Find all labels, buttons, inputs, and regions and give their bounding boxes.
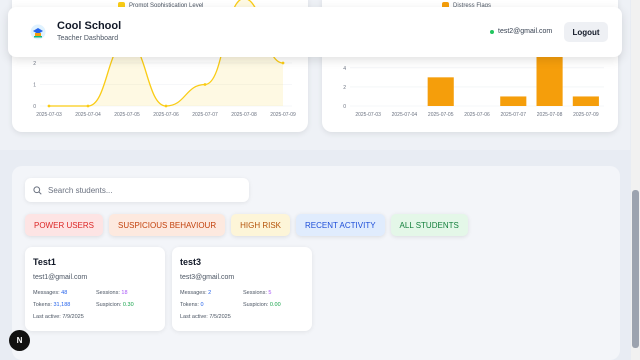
tokens-count: 31,188 [53,302,71,308]
filter-chips: POWER USERS SUSPICIOUS BEHAVIOUR HIGH RI… [25,214,468,236]
x-tick-label: 2025-07-04 [392,112,418,118]
x-tick-label: 2025-07-06 [153,112,179,118]
dashboard-subtitle: Teacher Dashboard [57,35,119,42]
online-status-icon [490,29,494,34]
stat-label: Last active: [33,314,61,320]
suspicion-score: 0.30 [122,302,134,308]
x-tick-label: 2025-07-05 [114,112,140,118]
y-tick-label: 1 [33,83,36,89]
y-tick-label: 2 [33,61,36,67]
last-active-date: 7/9/2025 [62,314,84,320]
last-active-date: 7/5/2025 [209,314,231,320]
stat-label: Last active: [180,314,208,320]
dev-tools-badge[interactable]: N [9,330,30,351]
bar [500,96,527,106]
data-point [86,104,90,108]
y-tick-label: 2 [343,85,346,91]
x-tick-label: 2025-07-08 [537,112,563,118]
x-tick-label: 2025-07-05 [428,112,454,118]
filter-power-users[interactable]: POWER USERS [25,214,104,236]
stat-label: Messages: [33,290,60,296]
stat-label: Suspicion: [96,302,122,308]
stat-label: Messages: [180,290,207,296]
x-tick-label: 2025-07-09 [573,112,599,118]
student-name: test3 [180,257,202,267]
x-tick-label: 2025-07-03 [355,112,381,118]
y-tick-label: 0 [33,104,36,110]
filter-high-risk[interactable]: HIGH RISK [231,214,291,236]
x-tick-label: 2025-07-07 [192,112,218,118]
messages-count: 48 [61,290,68,296]
bar [427,77,454,106]
x-tick-label: 2025-07-07 [500,112,526,118]
logout-button[interactable]: Logout [564,22,608,42]
y-tick-label: 4 [343,66,346,72]
x-tick-label: 2025-07-08 [231,112,257,118]
brand-name: Cool School [57,20,122,32]
stat-label: Sessions: [96,290,120,296]
search-input[interactable] [48,185,238,195]
school-logo-icon [30,24,46,40]
stat-label: Sessions: [243,290,267,296]
data-point [164,104,168,108]
student-card[interactable]: test3 test3@gmail.com Messages: 2 Sessio… [172,247,312,331]
filter-suspicious-behaviour[interactable]: SUSPICIOUS BEHAVIOUR [109,214,226,236]
bar [572,96,599,106]
sessions-count: 5 [268,290,272,296]
x-tick-label: 2025-07-06 [464,112,490,118]
data-point [203,83,207,86]
y-tick-label: 0 [343,104,346,110]
x-tick-label: 2025-07-04 [75,112,101,118]
user-status: test2@gmail.com [490,28,552,35]
scrollbar-thumb[interactable] [632,190,639,348]
student-card[interactable]: Test1 test1@gmail.com Messages: 48 Sessi… [25,247,165,331]
x-tick-label: 2025-07-03 [36,112,62,118]
tokens-count: 0 [200,302,204,308]
sessions-count: 18 [121,290,128,296]
x-tick-label: 2025-07-09 [270,112,296,118]
data-point [47,104,51,108]
messages-count: 2 [208,290,212,296]
students-panel: POWER USERS SUSPICIOUS BEHAVIOUR HIGH RI… [12,166,620,360]
user-email: test2@gmail.com [498,28,553,35]
stat-label: Suspicion: [243,302,269,308]
stat-label: Tokens: [33,302,52,308]
filter-all-students[interactable]: ALL STUDENTS [390,214,468,236]
suspicion-score: 0.00 [269,302,281,308]
filter-recent-activity[interactable]: RECENT ACTIVITY [296,214,385,236]
student-email: test3@gmail.com [180,274,235,281]
stat-label: Tokens: [180,302,199,308]
search-box[interactable] [25,178,249,202]
top-header: Cool School Teacher Dashboard test2@gmai… [8,7,622,57]
search-icon [33,185,42,195]
student-email: test1@gmail.com [33,274,88,281]
data-point [281,61,285,65]
student-name: Test1 [33,257,56,267]
